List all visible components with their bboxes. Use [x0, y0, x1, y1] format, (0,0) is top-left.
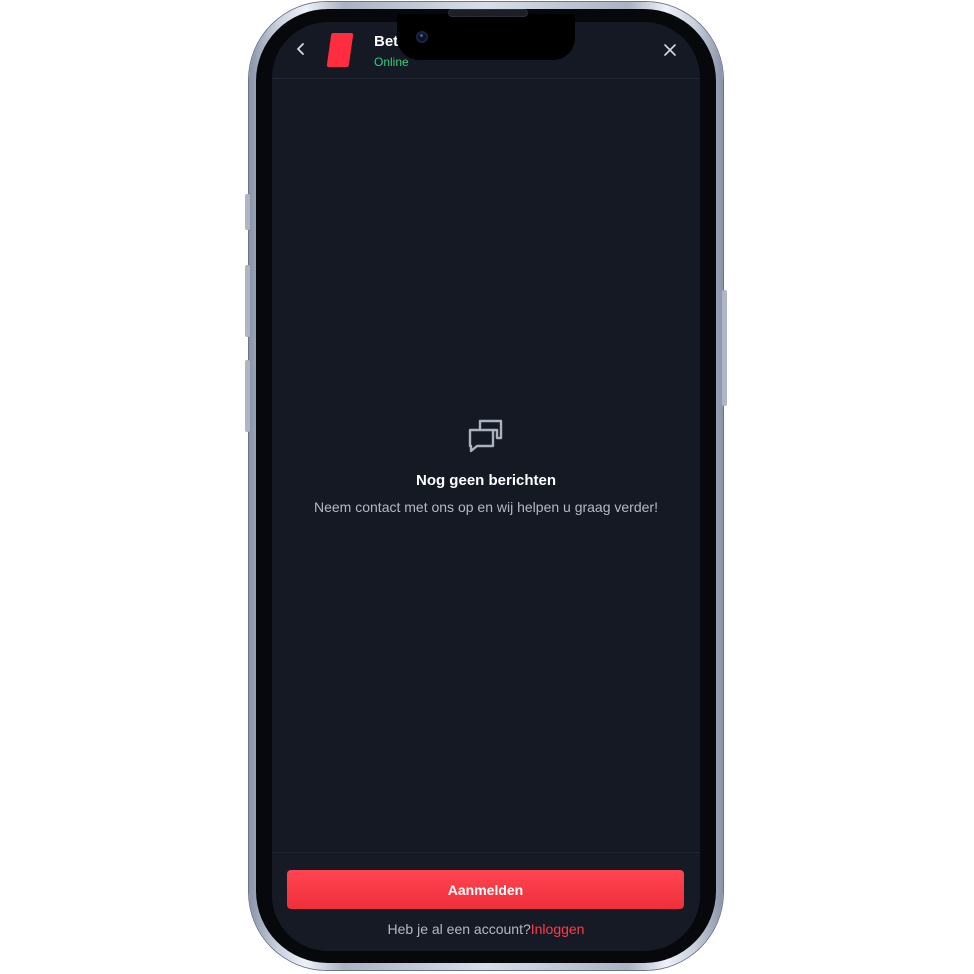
volume-down-button — [245, 360, 250, 432]
power-button — [722, 290, 727, 406]
empty-state-title: Nog geen berichten — [415, 472, 557, 489]
chat-footer: Aanmelden Heb je al een account?Inloggen — [272, 852, 700, 951]
online-status: Online — [374, 55, 409, 69]
signup-button[interactable]: Aanmelden — [287, 870, 684, 909]
chevron-left-icon[interactable] — [292, 40, 310, 58]
close-icon[interactable] — [660, 40, 680, 60]
volume-up-button — [245, 265, 250, 337]
chat-screen: Bet Online Nog geen berichten Neem conta… — [272, 22, 700, 951]
front-camera — [416, 31, 428, 43]
chat-bubbles-icon — [467, 418, 505, 454]
login-prompt: Heb je al een account?Inloggen — [272, 920, 700, 938]
account-prompt-text: Heb je al een account? — [387, 921, 531, 937]
brand-logo — [326, 33, 354, 67]
empty-state-subtitle: Neem contact met ons op en wij helpen u … — [314, 499, 658, 515]
mute-switch — [245, 194, 250, 230]
login-link[interactable]: Inloggen — [531, 921, 585, 937]
brand-name: Bet — [374, 33, 399, 50]
earpiece-speaker — [448, 9, 528, 17]
